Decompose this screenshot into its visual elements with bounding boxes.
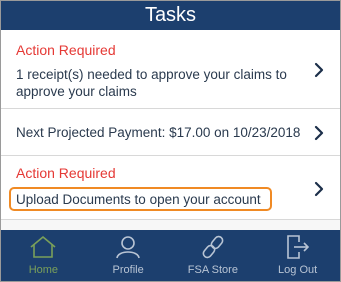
action-required-label: Action Required	[16, 165, 116, 181]
action-required-label: Action Required	[16, 42, 116, 58]
task-row-next-payment[interactable]: Next Projected Payment: $17.00 on 10/23/…	[1, 109, 340, 156]
link-icon	[202, 235, 224, 259]
chevron-right-icon	[314, 181, 324, 197]
page-title: Tasks	[144, 4, 197, 26]
tab-fsa-store-label: FSA Store	[187, 264, 238, 276]
task-text-line2: approve your claims	[16, 84, 137, 99]
upload-documents-text: Upload Documents to open your account	[16, 192, 261, 207]
tab-profile-label: Profile	[112, 264, 144, 276]
chevron-right-icon	[314, 125, 324, 141]
tab-bar: Home Profile FSA Store Log Out	[1, 230, 340, 281]
task-row-upload-documents[interactable]: Action Required Upload Documents to open…	[1, 156, 340, 220]
home-icon	[30, 236, 56, 258]
tab-log-out[interactable]: Log Out	[255, 230, 340, 281]
tab-home-label: Home	[28, 264, 59, 276]
next-payment-text: Next Projected Payment: $17.00 on 10/23/…	[16, 125, 301, 140]
task-row-receipts[interactable]: Action Required 1 receipt(s) needed to a…	[1, 30, 340, 109]
logout-icon	[286, 235, 309, 259]
profile-icon	[116, 236, 140, 259]
tab-home[interactable]: Home	[1, 230, 86, 281]
list-spacer	[1, 220, 340, 230]
chevron-right-icon	[314, 62, 324, 78]
header: Tasks	[1, 1, 340, 30]
tab-log-out-label: Log Out	[278, 264, 318, 276]
tab-fsa-store[interactable]: FSA Store	[171, 230, 256, 281]
tasks-screen: Tasks Action Required 1 receipt(s) neede…	[0, 0, 341, 282]
tab-profile[interactable]: Profile	[86, 230, 171, 281]
